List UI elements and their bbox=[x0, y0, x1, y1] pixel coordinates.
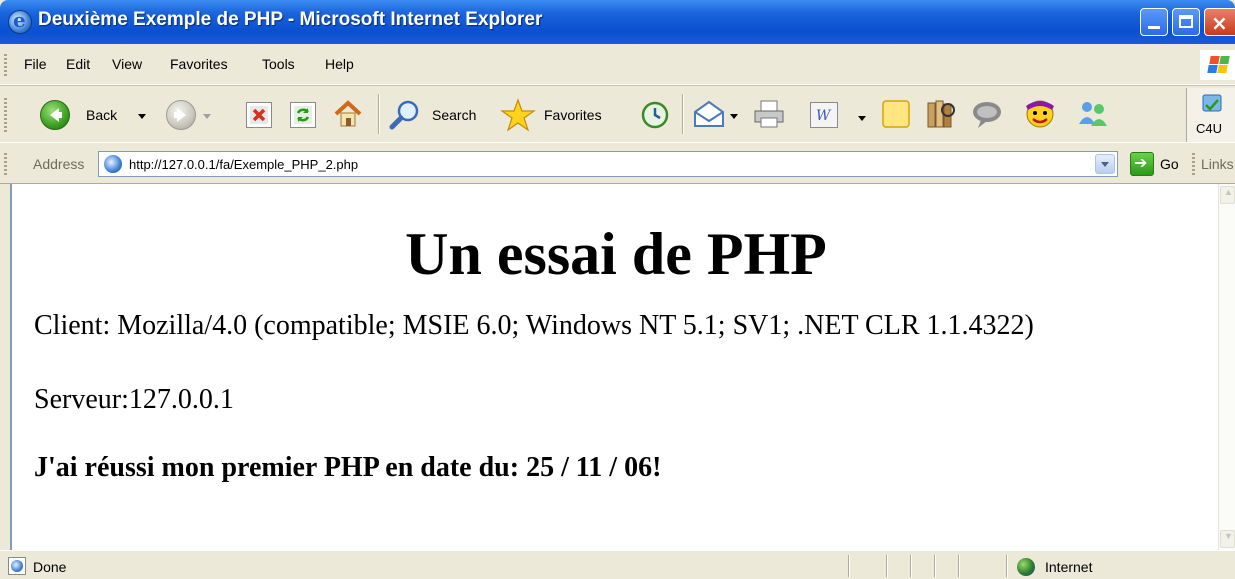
minimize-button[interactable] bbox=[1140, 8, 1168, 36]
go-icon[interactable] bbox=[1130, 152, 1154, 176]
edit-dropdown-icon[interactable] bbox=[858, 116, 866, 121]
history-button[interactable] bbox=[640, 100, 670, 130]
discuss-icon bbox=[882, 100, 910, 128]
forward-button[interactable] bbox=[166, 98, 211, 132]
server-info: Serveur:127.0.0.1 bbox=[34, 384, 234, 415]
close-button[interactable]: × bbox=[1204, 8, 1235, 36]
forward-icon bbox=[166, 100, 196, 130]
page-heading: Un essai de PHP bbox=[405, 221, 827, 287]
back-label: Back bbox=[86, 107, 118, 123]
address-url: http://127.0.0.1/fa/Exemple_PHP_2.php bbox=[129, 157, 359, 172]
print-button[interactable] bbox=[752, 98, 788, 132]
discuss-button[interactable] bbox=[880, 98, 912, 132]
msn-buddies-icon bbox=[1079, 102, 1107, 126]
status-divider bbox=[910, 555, 912, 577]
c4u-button[interactable]: C4U bbox=[1186, 88, 1235, 142]
messenger-button[interactable] bbox=[970, 98, 1006, 132]
close-icon: × bbox=[1211, 11, 1228, 35]
svg-text:W: W bbox=[816, 108, 832, 124]
toolbar-separator bbox=[378, 94, 380, 134]
search-icon bbox=[389, 100, 419, 130]
mail-dropdown-icon[interactable] bbox=[730, 114, 738, 119]
mail-button[interactable] bbox=[692, 98, 738, 132]
go-button[interactable]: Go bbox=[1160, 156, 1179, 172]
address-bar: Address http://127.0.0.1/fa/Exemple_PHP_… bbox=[0, 143, 1235, 184]
favorites-button[interactable]: Favorites bbox=[500, 98, 618, 132]
msn-buddies-button[interactable] bbox=[1074, 98, 1112, 132]
maximize-icon bbox=[1179, 15, 1193, 28]
history-icon bbox=[641, 101, 669, 129]
menu-favorites[interactable]: Favorites bbox=[170, 56, 228, 72]
vertical-scrollbar[interactable]: ▲ ▼ bbox=[1218, 184, 1235, 550]
page-status-icon bbox=[8, 557, 26, 575]
menu-view[interactable]: View bbox=[112, 56, 142, 72]
search-label: Search bbox=[432, 107, 477, 123]
yahoo-messenger-button[interactable] bbox=[1022, 98, 1058, 132]
address-grip[interactable] bbox=[4, 151, 7, 177]
scroll-down-button[interactable]: ▼ bbox=[1220, 530, 1235, 548]
scroll-up-button[interactable]: ▲ bbox=[1220, 186, 1235, 204]
status-text: Done bbox=[33, 559, 67, 575]
security-zone: Internet bbox=[1045, 559, 1093, 575]
back-button[interactable]: Back bbox=[40, 98, 150, 132]
ie-icon[interactable] bbox=[8, 8, 32, 34]
client-info: Client: Mozilla/4.0 (compatible; MSIE 6.… bbox=[34, 310, 1034, 341]
stop-icon bbox=[250, 106, 268, 124]
refresh-icon bbox=[294, 106, 312, 124]
title-bar[interactable]: Deuxième Exemple de PHP - Microsoft Inte… bbox=[0, 0, 1235, 44]
scroll-down-icon: ▼ bbox=[1224, 531, 1233, 541]
menu-grip[interactable] bbox=[4, 52, 7, 78]
toolbar-separator bbox=[682, 94, 684, 134]
back-icon bbox=[40, 100, 70, 130]
address-dropdown-icon[interactable] bbox=[1095, 154, 1115, 174]
status-divider bbox=[934, 555, 936, 577]
page-icon bbox=[104, 155, 122, 173]
window-title: Deuxième Exemple de PHP - Microsoft Inte… bbox=[38, 9, 543, 30]
research-icon bbox=[927, 100, 955, 128]
minimize-icon bbox=[1148, 26, 1160, 29]
forward-dropdown-icon[interactable] bbox=[203, 114, 211, 119]
windows-logo-icon bbox=[1200, 50, 1235, 80]
c4u-label: C4U bbox=[1196, 121, 1223, 136]
address-input[interactable]: http://127.0.0.1/fa/Exemple_PHP_2.php bbox=[98, 151, 1118, 177]
scroll-up-icon: ▲ bbox=[1224, 187, 1233, 197]
internet-zone-icon bbox=[1017, 558, 1035, 576]
research-button[interactable] bbox=[924, 98, 958, 132]
home-icon bbox=[334, 100, 362, 127]
menu-edit[interactable]: Edit bbox=[66, 56, 90, 72]
favorites-icon bbox=[500, 98, 536, 132]
menu-tools[interactable]: Tools bbox=[262, 56, 295, 72]
menu-file[interactable]: File bbox=[24, 56, 47, 72]
c4u-icon bbox=[1202, 94, 1222, 112]
refresh-button[interactable] bbox=[290, 102, 316, 128]
home-button[interactable] bbox=[332, 98, 366, 132]
search-button[interactable]: Search bbox=[388, 98, 488, 132]
status-divider bbox=[886, 555, 888, 577]
links-grip[interactable] bbox=[1192, 151, 1195, 177]
favorites-label: Favorites bbox=[544, 107, 602, 123]
toolbar-grip[interactable] bbox=[4, 96, 7, 132]
messenger-icon bbox=[973, 102, 1001, 128]
status-bar: Done Internet bbox=[0, 550, 1235, 579]
yahoo-messenger-icon bbox=[1026, 100, 1054, 128]
success-message: J'ai réussi mon premier PHP en date du: … bbox=[34, 452, 662, 483]
mail-icon bbox=[694, 100, 724, 127]
edit-icon: W bbox=[816, 108, 832, 124]
standard-toolbar: Back Search Favorites W bbox=[0, 86, 1235, 143]
menu-bar: File Edit View Favorites Tools Help bbox=[0, 44, 1235, 85]
status-divider bbox=[1006, 555, 1008, 577]
stop-button[interactable] bbox=[246, 102, 272, 128]
left-frame bbox=[0, 184, 10, 550]
maximize-button[interactable] bbox=[1172, 8, 1200, 36]
status-divider bbox=[848, 555, 850, 577]
print-icon bbox=[754, 100, 784, 128]
page-content: Un essai de PHP Client: Mozilla/4.0 (com… bbox=[10, 184, 1218, 550]
links-button[interactable]: Links bbox=[1201, 156, 1234, 172]
edit-button[interactable]: W bbox=[810, 102, 838, 128]
address-label: Address bbox=[33, 156, 85, 172]
back-dropdown-icon[interactable] bbox=[138, 114, 146, 119]
status-divider bbox=[958, 555, 960, 577]
menu-help[interactable]: Help bbox=[325, 56, 354, 72]
